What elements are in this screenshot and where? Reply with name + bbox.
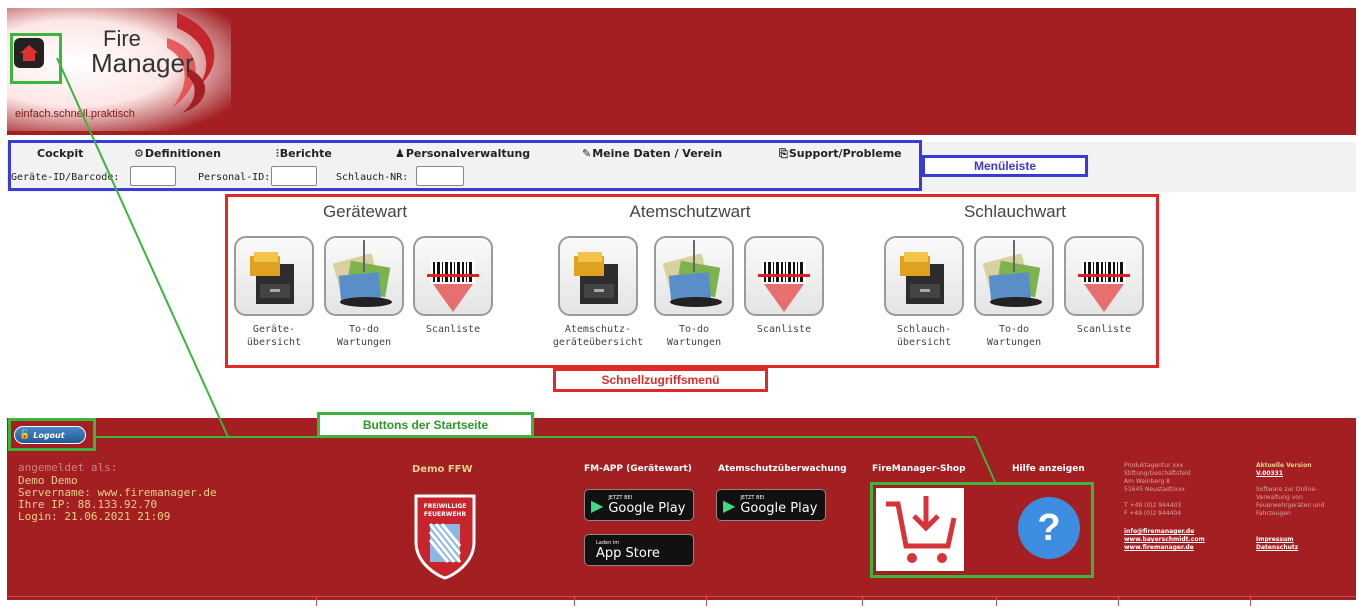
company-line-4: 51645 Neustadt/xxx (1124, 486, 1185, 493)
version-number[interactable]: V.00331 (1256, 470, 1283, 478)
app-store-button[interactable]: Laden im App Store (584, 534, 694, 566)
breath-heading: Atemschutzüberwachung (718, 464, 847, 474)
company-line-2: Stiftung/Geschäftsfeld (1124, 470, 1191, 477)
badge-line1: FREIWILLIGE (423, 503, 467, 510)
highlight-shop-help-buttons (870, 482, 1094, 578)
link-firemanager[interactable]: www.firemanager.de (1124, 544, 1194, 552)
callout-connector-lines (56, 57, 996, 483)
footer-divider-tick (574, 596, 575, 606)
play-store-icon: ▶ (723, 495, 736, 515)
help-heading: Hilfe anzeigen (1012, 464, 1085, 474)
login-label: angemeldet als: (18, 461, 118, 474)
version-desc-3: Feuerwehrgeräten und (1256, 502, 1325, 509)
badge-line2: FEUERWEHR (423, 511, 467, 518)
footer-divider-tick (706, 596, 707, 606)
org-name: Demo FFW (412, 464, 473, 475)
link-impressum[interactable]: Impressum (1256, 536, 1293, 544)
footer-divider-tick (1250, 596, 1251, 606)
company-phone: T +49 (0)2 944403 (1124, 502, 1182, 509)
link-bayerschmidt[interactable]: www.bayerschmidt.com (1124, 536, 1205, 544)
company-line-3: Am Weinberg 8 (1124, 478, 1170, 485)
google-play-button[interactable]: ▶ JETZT BEI Google Play (584, 489, 694, 521)
version-desc-4: Fahrzeugen (1256, 510, 1291, 517)
feuerwehr-badge: FREIWILLIGE FEUERWEHR (412, 492, 478, 580)
company-fax: F +49 (0)2 944404 (1124, 510, 1182, 517)
footer-divider-tick (316, 596, 317, 606)
version-desc-1: Software zur Online- (1256, 486, 1318, 493)
footer-divider-tick (862, 596, 863, 606)
company-line-1: Produktagentur xxx (1124, 462, 1184, 469)
google-play-button-atemschutz[interactable]: ▶ JETZT BEI Google Play (716, 489, 826, 521)
link-email[interactable]: info@firemanager.de (1124, 528, 1194, 536)
play-store-icon: ▶ (591, 495, 604, 515)
link-datenschutz[interactable]: Datenschutz (1256, 544, 1298, 552)
version-label: Aktuelle Version (1256, 462, 1312, 469)
login-time: Login: 21.06.2021 21:09 (18, 510, 171, 523)
footer-divider-tick (996, 596, 997, 606)
version-desc-2: Verwaltung von (1256, 494, 1303, 501)
shop-heading: FireManager-Shop (872, 464, 966, 474)
footer-divider-tick (1118, 596, 1119, 606)
app-heading: FM-APP (Gerätewart) (584, 464, 692, 474)
